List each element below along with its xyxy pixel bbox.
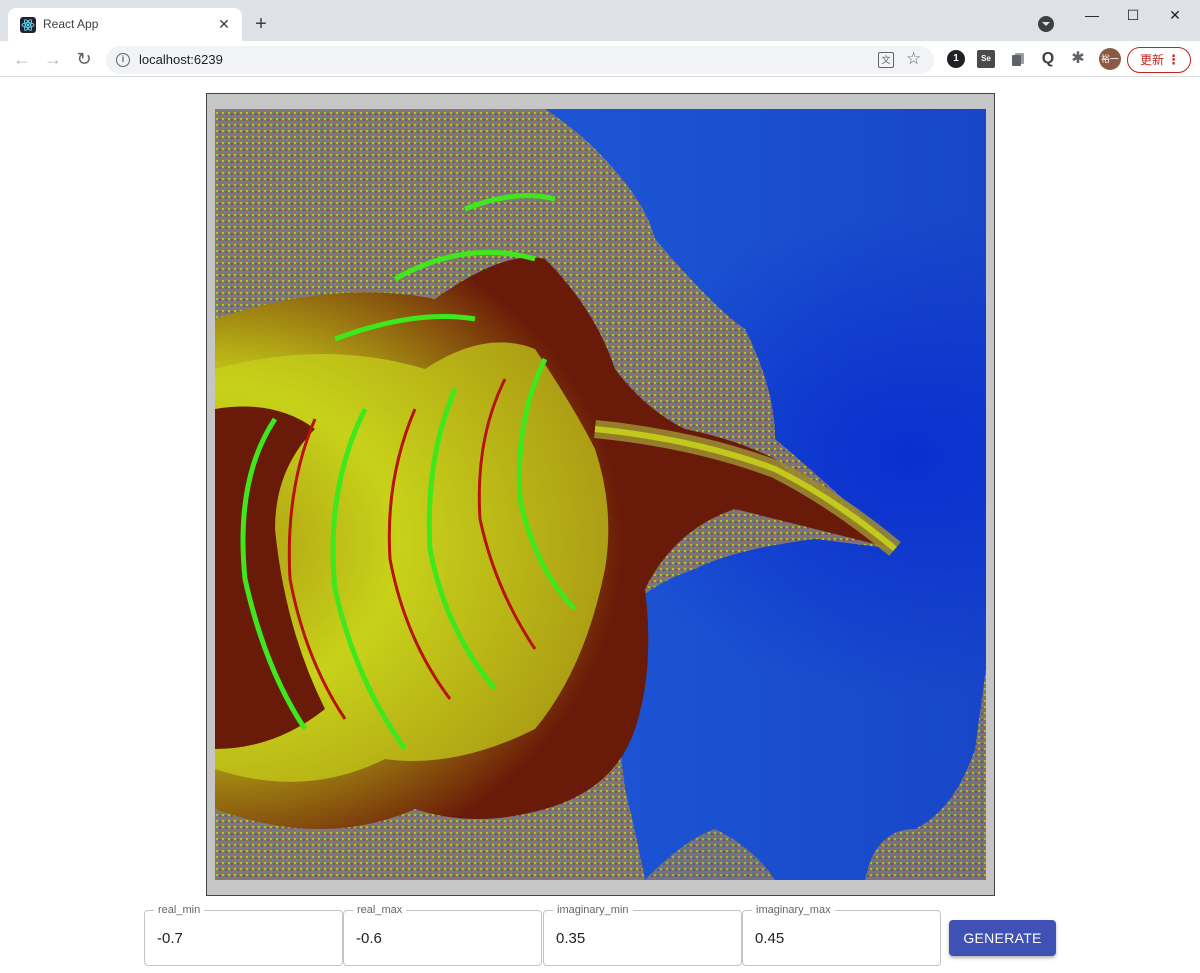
tab-search-icon[interactable] (1038, 16, 1054, 32)
browser-titlebar: React App ✕ + — ☐ ✕ (0, 0, 1200, 41)
mandelbrot-render (215, 109, 986, 880)
fractal-frame (206, 93, 995, 896)
imaginary-max-input[interactable]: 0.45 (755, 930, 925, 947)
imaginary-min-field[interactable]: imaginary_min 0.35 (543, 903, 742, 966)
profile-avatar[interactable]: 裕一 (1099, 48, 1121, 70)
address-bar[interactable]: i localhost:6239 文 ☆ (106, 46, 934, 74)
imaginary-max-label: imaginary_max (752, 903, 835, 917)
extension-one-icon[interactable]: 1 (947, 50, 965, 68)
extension-copy-icon[interactable] (1009, 50, 1027, 68)
real-max-input[interactable]: -0.6 (356, 930, 526, 947)
bookmark-star-icon[interactable]: ☆ (906, 49, 921, 69)
react-logo-icon (20, 17, 36, 33)
real-min-field[interactable]: real_min -0.7 (144, 903, 343, 966)
update-label: 更新 (1140, 53, 1165, 67)
new-tab-button[interactable]: + (250, 13, 272, 35)
real-max-label: real_max (353, 903, 407, 917)
real-max-field[interactable]: real_max -0.6 (343, 903, 542, 966)
extension-q-icon[interactable]: Q (1039, 50, 1057, 68)
forward-icon[interactable]: → (41, 47, 65, 71)
real-min-label: real_min (154, 903, 205, 917)
translate-icon[interactable]: 文 (878, 52, 894, 68)
minimize-button[interactable]: — (1072, 0, 1112, 30)
browser-toolbar: ← → ↻ i localhost:6239 文 ☆ 1 Se Q ✱ 裕一 更… (0, 41, 1200, 77)
more-menu-icon: ⋮ (1167, 52, 1180, 67)
close-window-button[interactable]: ✕ (1155, 0, 1195, 30)
site-info-icon[interactable]: i (116, 53, 130, 67)
imaginary-min-input[interactable]: 0.35 (556, 930, 726, 947)
back-icon[interactable]: ← (10, 47, 34, 71)
browser-tab[interactable]: React App ✕ (8, 8, 242, 41)
extensions-puzzle-icon[interactable]: ✱ (1069, 50, 1087, 68)
generate-button[interactable]: GENERATE (949, 920, 1056, 956)
tab-title: React App (43, 17, 99, 31)
imaginary-max-field[interactable]: imaginary_max 0.45 (742, 903, 941, 966)
page-viewport: real_min -0.7 real_max -0.6 imaginary_mi… (0, 77, 1200, 973)
real-min-input[interactable]: -0.7 (157, 930, 327, 947)
extension-selenium-icon[interactable]: Se (977, 50, 995, 68)
mandelbrot-canvas (215, 109, 986, 880)
imaginary-min-label: imaginary_min (553, 903, 633, 917)
tab-close-icon[interactable]: ✕ (216, 16, 232, 32)
maximize-button[interactable]: ☐ (1113, 0, 1153, 30)
reload-icon[interactable]: ↻ (72, 47, 96, 71)
url-text[interactable]: localhost:6239 (139, 52, 223, 67)
range-inputs-row: real_min -0.7 real_max -0.6 imaginary_mi… (144, 903, 1064, 966)
update-button[interactable]: 更新 ⋮ (1127, 47, 1191, 73)
